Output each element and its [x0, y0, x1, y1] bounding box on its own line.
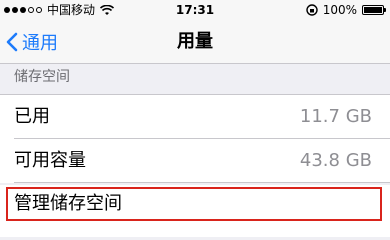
- storage-row-used: 已用 11.7 GB: [0, 95, 390, 139]
- navigation-bar: 通用 用量: [0, 20, 390, 64]
- row-value: 43.8 GB: [299, 150, 372, 171]
- row-label: 可用容量: [14, 150, 86, 171]
- rotation-lock-icon: [305, 4, 318, 16]
- page-title: 用量: [177, 31, 213, 52]
- storage-row-available: 可用容量 43.8 GB: [0, 139, 390, 183]
- storage-table: 已用 11.7 GB 可用容量 43.8 GB: [0, 94, 390, 183]
- row-label: 已用: [14, 106, 50, 127]
- row-value: 11.7 GB: [299, 106, 372, 127]
- manage-storage-label: 管理储存空间: [14, 193, 122, 214]
- battery-percent: 100%: [322, 3, 357, 17]
- storage-section-header: 储存空间: [14, 69, 70, 85]
- status-bar: 中国移动 17:31 100%: [0, 0, 390, 20]
- status-right: 100%: [305, 0, 386, 20]
- manage-storage-row[interactable]: 管理储存空间: [0, 185, 390, 237]
- battery-icon: [362, 5, 386, 15]
